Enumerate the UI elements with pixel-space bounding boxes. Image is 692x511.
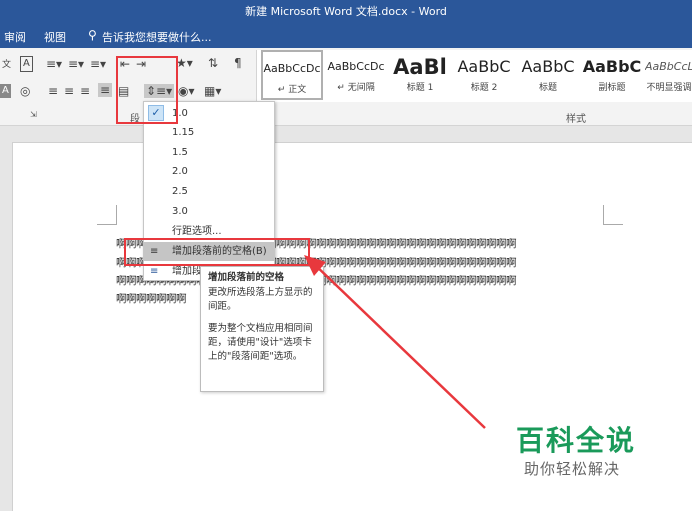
font-dialog-launcher-icon[interactable]: ⇲ — [30, 110, 37, 119]
tooltip-note: 要为整个文档应用相同间距，请使用"设计"选项卡上的"段落间距"选项。 — [208, 323, 313, 362]
line-spacing-option-2-0[interactable]: 2.0 — [144, 162, 274, 181]
character-border-icon[interactable]: A — [20, 56, 33, 72]
style-heading-2[interactable]: AaBbC 标题 2 — [453, 50, 515, 100]
line-spacing-option-2-5[interactable]: 2.5 — [144, 182, 274, 201]
style-sample: AaBbCcDc — [327, 60, 385, 73]
title-bar: 新建 Microsoft Word 文档.docx - Word — [0, 0, 692, 24]
style-sample: AaBl — [393, 55, 447, 79]
style-heading-1[interactable]: AaBl 标题 1 — [391, 50, 449, 100]
document-text-line[interactable]: 啊啊啊啊啊啊啊 — [116, 292, 206, 306]
ribbon-tab-bar: 审阅 视图 ⚲ 告诉我您想要做什么... — [0, 24, 692, 48]
numbering-icon[interactable]: ≡▾ — [68, 57, 84, 71]
margin-corner-top-right — [603, 205, 623, 225]
option-label: 2.5 — [172, 186, 188, 197]
style-name: 副标题 — [598, 83, 626, 93]
style-name: 标题 1 — [406, 83, 434, 93]
style-name: 标题 — [538, 83, 557, 93]
chinese-layout-icon[interactable]: ★▾ — [176, 56, 193, 70]
tooltip: 增加段落前的空格 更改所选段落上方显示的间距。 要为整个文档应用相同间距，请使用… — [200, 266, 324, 392]
line-spacing-option-1-15[interactable]: 1.15 — [144, 123, 274, 142]
style-name: ↵ 正文 — [277, 85, 307, 95]
tooltip-title: 增加段落前的空格 — [208, 272, 285, 283]
style-no-spacing[interactable]: AaBbCcDc ↵ 无间隔 — [325, 50, 387, 100]
style-sample: AaBbCcDc — [263, 62, 321, 75]
bullets-icon[interactable]: ≡▾ — [46, 57, 62, 71]
tab-view[interactable]: 视图 — [44, 29, 66, 45]
style-sample: AaBbCcL — [645, 60, 692, 73]
borders-icon[interactable]: ▦▾ — [204, 84, 221, 98]
lightbulb-icon: ⚲ — [88, 28, 97, 42]
style-title[interactable]: AaBbC 标题 — [517, 50, 579, 100]
multilevel-list-icon[interactable]: ≡▾ — [90, 57, 106, 71]
highlight-box-add-space-before — [124, 238, 310, 266]
option-label: 2.0 — [172, 166, 188, 177]
margin-corner-top-left — [97, 205, 117, 225]
center-icon[interactable]: ≡ — [64, 84, 74, 98]
align-right-icon[interactable]: ≡ — [80, 84, 90, 98]
character-shading-icon[interactable]: A — [0, 84, 11, 98]
style-sample: AaBbC — [521, 57, 575, 76]
style-name: ↵ 无间隔 — [337, 83, 375, 93]
ribbon: 文 A ≡▾ ≡▾ ≡▾ ⇤ ⇥ ★▾ ⇅ ¶ A ◎ ≡ ≡ ≡ ≡ ▤ ⇕≡… — [0, 48, 692, 126]
style-sample: AaBbC — [582, 57, 642, 76]
phonetic-guide-icon[interactable]: 文 — [2, 58, 11, 72]
shading-icon[interactable]: ◉▾ — [178, 84, 195, 98]
tell-me-search[interactable]: 告诉我您想要做什么... — [102, 29, 212, 45]
styles-group-label: 样式 — [566, 114, 586, 125]
option-label: 1.5 — [172, 147, 188, 158]
styles-gallery: AaBbCcDc ↵ 正文 AaBbCcDc ↵ 无间隔 AaBl 标题 1 A… — [256, 50, 692, 102]
tooltip-description: 更改所选段落上方显示的间距。 — [208, 287, 313, 312]
line-spacing-option-3-0[interactable]: 3.0 — [144, 202, 274, 221]
watermark-title: 百科全说 — [516, 424, 637, 457]
enclose-character-icon[interactable]: ◎ — [20, 84, 30, 98]
style-name: 不明显强调 — [646, 83, 692, 93]
option-label: 3.0 — [172, 206, 188, 217]
style-subtle-emphasis[interactable]: AaBbCcL 不明显强调 — [645, 50, 692, 100]
window-title: 新建 Microsoft Word 文档.docx - Word — [245, 5, 447, 18]
tab-review[interactable]: 审阅 — [4, 29, 26, 45]
watermark-subtitle: 助你轻松解决 — [524, 460, 621, 478]
line-spacing-option-1-5[interactable]: 1.5 — [144, 143, 274, 162]
align-left-icon[interactable]: ≡ — [48, 84, 58, 98]
highlight-box-line-spacing-button — [116, 56, 178, 124]
style-subtitle[interactable]: AaBbC 副标题 — [581, 50, 643, 100]
style-normal[interactable]: AaBbCcDc ↵ 正文 — [261, 50, 323, 100]
option-label: 1.15 — [172, 127, 195, 138]
style-name: 标题 2 — [470, 83, 498, 93]
sort-icon[interactable]: ⇅ — [208, 56, 218, 70]
justify-icon[interactable]: ≡ — [98, 83, 113, 97]
style-sample: AaBbC — [457, 57, 511, 76]
show-marks-icon[interactable]: ¶ — [234, 56, 242, 70]
